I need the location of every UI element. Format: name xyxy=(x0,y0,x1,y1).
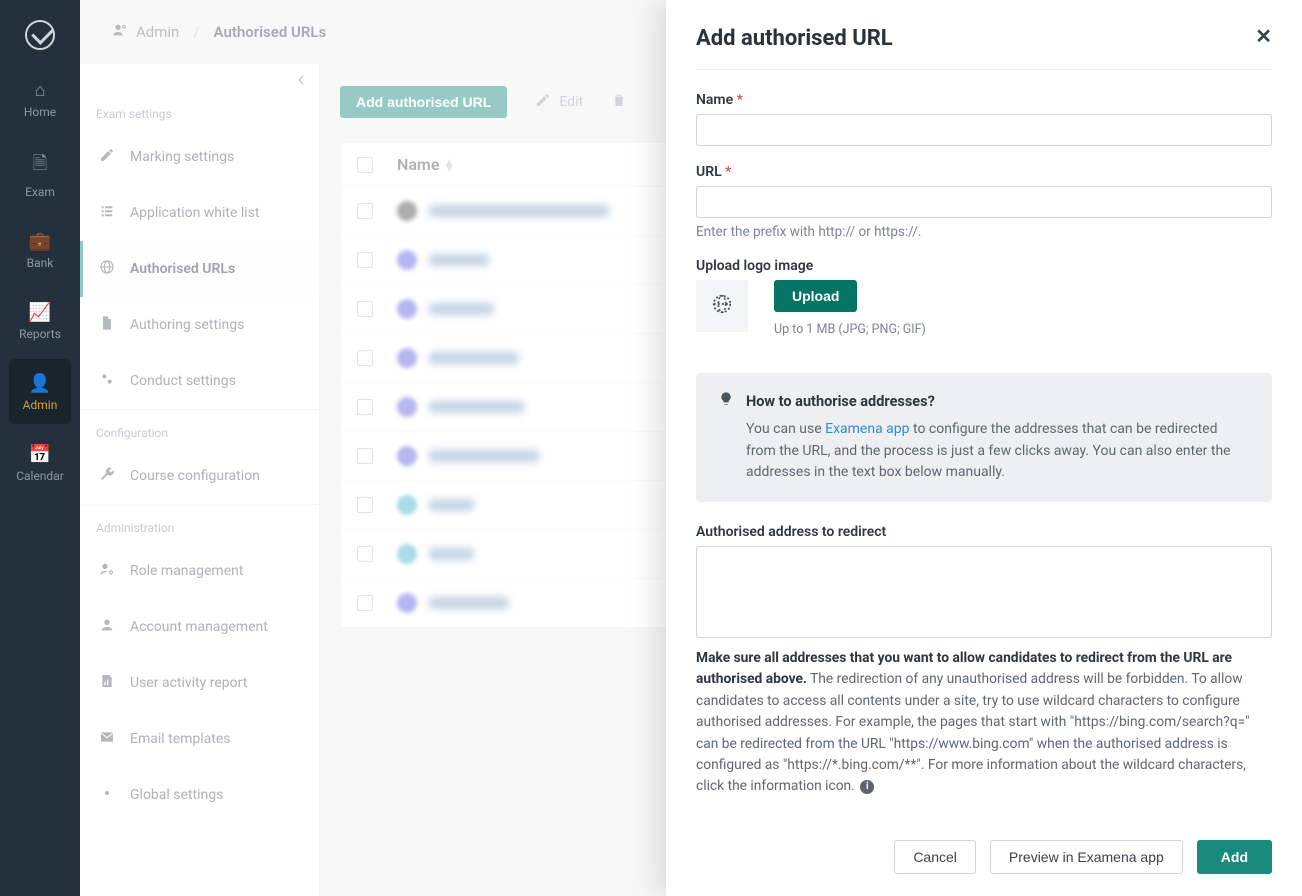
icon-nav: ⌂ Home 🗎 Exam 💼 Bank 📈 Reports 👤 Admin 📅 Calendar xyxy=(0,0,80,896)
info-body: You can use Examena app to configure the… xyxy=(718,419,1250,484)
logo-preview xyxy=(696,280,748,332)
nav-label: Exam xyxy=(9,185,71,199)
required-mark: * xyxy=(725,164,731,180)
nav-admin[interactable]: 👤 Admin xyxy=(9,359,71,424)
add-authorised-url-drawer: Add authorised URL ✕ Name * URL * Enter … xyxy=(666,0,1302,896)
cancel-button[interactable]: Cancel xyxy=(894,840,976,874)
authorised-address-help: Make sure all addresses that you want to… xyxy=(696,648,1272,798)
name-input[interactable] xyxy=(696,114,1272,146)
examena-app-link[interactable]: Examena app xyxy=(825,421,909,437)
add-button[interactable]: Add xyxy=(1197,840,1272,874)
bank-icon: 💼 xyxy=(9,231,71,252)
upload-hint: Up to 1 MB (JPG; PNG; GIF) xyxy=(774,322,926,337)
nav-home[interactable]: ⌂ Home xyxy=(9,66,71,131)
upload-button[interactable]: Upload xyxy=(774,280,857,312)
app-logo xyxy=(25,20,55,50)
exam-icon: 🗎 xyxy=(9,151,71,181)
drawer-title: Add authorised URL xyxy=(696,26,893,51)
nav-label: Bank xyxy=(9,256,71,270)
home-icon: ⌂ xyxy=(9,80,71,101)
globe-icon xyxy=(711,293,733,320)
nav-exam[interactable]: 🗎 Exam xyxy=(9,137,71,211)
admin-icon: 👤 xyxy=(9,373,71,394)
authorised-address-label: Authorised address to redirect xyxy=(696,524,1272,540)
url-input[interactable] xyxy=(696,186,1272,218)
upload-heading: Upload logo image xyxy=(696,258,1272,274)
info-title: How to authorise addresses? xyxy=(746,393,935,410)
nav-label: Home xyxy=(9,105,71,119)
close-drawer-button[interactable]: ✕ xyxy=(1255,26,1272,46)
nav-label: Calendar xyxy=(9,469,71,483)
nav-bank[interactable]: 💼 Bank xyxy=(9,217,71,282)
authorised-address-textarea[interactable] xyxy=(696,546,1272,638)
lightbulb-icon xyxy=(718,391,734,411)
nav-calendar[interactable]: 📅 Calendar xyxy=(9,430,71,495)
nav-reports[interactable]: 📈 Reports xyxy=(9,288,71,353)
calendar-icon: 📅 xyxy=(9,444,71,465)
divider xyxy=(696,69,1272,70)
reports-icon: 📈 xyxy=(9,302,71,323)
preview-in-examena-button[interactable]: Preview in Examena app xyxy=(990,840,1183,874)
drawer-footer: Cancel Preview in Examena app Add xyxy=(696,822,1272,896)
name-label: Name * xyxy=(696,92,1272,108)
nav-label: Reports xyxy=(9,327,71,341)
info-box: How to authorise addresses? You can use … xyxy=(696,373,1272,502)
url-hint: Enter the prefix with http:// or https:/… xyxy=(696,224,1272,240)
nav-label: Admin xyxy=(9,398,71,412)
info-icon[interactable]: i xyxy=(860,780,874,794)
url-label: URL * xyxy=(696,164,1272,180)
required-mark: * xyxy=(737,92,743,108)
